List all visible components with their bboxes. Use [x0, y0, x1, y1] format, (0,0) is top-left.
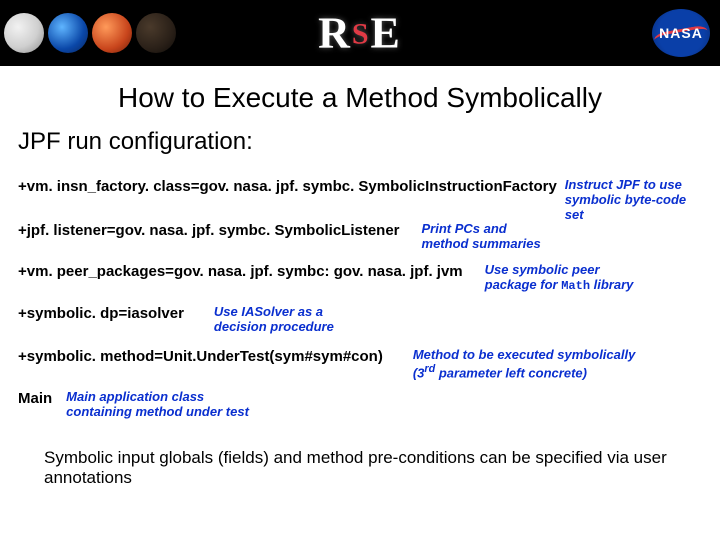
config-line-2: +jpf. listener=gov. nasa. jpf. symbc. Sy…: [18, 222, 702, 252]
config-text: +symbolic. dp=iasolver: [18, 305, 184, 322]
moon-icon: [4, 13, 44, 53]
note-line-1: Use symbolic peer: [485, 262, 600, 277]
note-line-1: Method to be executed symbolically: [413, 347, 636, 362]
config-line-3: +vm. peer_packages=gov. nasa. jpf. symbc…: [18, 263, 702, 294]
config-note: Use IASolver as a decision procedure: [214, 305, 334, 335]
rse-s: S: [352, 18, 371, 51]
rse-logo: RSE: [318, 8, 402, 59]
config-note: Method to be executed symbolically (3rd …: [413, 348, 636, 381]
config-line-6: Main Main application class containing m…: [18, 390, 702, 420]
nasa-text: NASA: [659, 25, 703, 41]
note-line-2a: (3: [413, 365, 425, 380]
note-line-2: decision procedure: [214, 319, 334, 334]
note-line-2b: library: [590, 277, 633, 292]
planet-strip: [4, 13, 180, 53]
note-line-1: Print PCs and: [422, 221, 507, 236]
config-text: +symbolic. method=Unit.UnderTest(sym#sym…: [18, 348, 383, 365]
slide: RSE NASA How to Execute a Method Symboli…: [0, 0, 720, 540]
config-note: Print PCs and method summaries: [422, 222, 541, 252]
config-line-1: +vm. insn_factory. class=gov. nasa. jpf.…: [18, 178, 702, 223]
nasa-logo: NASA: [652, 9, 710, 57]
config-line-4: +symbolic. dp=iasolver Use IASolver as a…: [18, 305, 702, 335]
jupiter-icon: [136, 13, 176, 53]
note-line-2: method summaries: [422, 236, 541, 251]
mars-icon: [92, 13, 132, 53]
slide-subtitle: JPF run configuration:: [18, 128, 253, 156]
main-keyword: Main: [18, 390, 52, 407]
note-sup: rd: [424, 363, 435, 375]
config-note: Use symbolic peer package for Math libra…: [485, 263, 634, 294]
header-bar: RSE NASA: [0, 0, 720, 66]
note-mono: Math: [561, 279, 590, 293]
note-line-2b: parameter left concrete): [435, 365, 587, 380]
note-line-1: Main application class: [66, 389, 204, 404]
slide-footnote: Symbolic input globals (fields) and meth…: [44, 448, 690, 487]
note-line-2: containing method under test: [66, 404, 249, 419]
slide-title: How to Execute a Method Symbolically: [0, 82, 720, 114]
rse-r: R: [318, 9, 352, 58]
config-note: Instruct JPF to use symbolic byte-code s…: [565, 178, 702, 223]
config-text: +jpf. listener=gov. nasa. jpf. symbc. Sy…: [18, 222, 400, 239]
note-line-2: symbolic byte-code set: [565, 192, 686, 222]
note-line-2a: package for: [485, 277, 562, 292]
config-text: +vm. insn_factory. class=gov. nasa. jpf.…: [18, 178, 557, 195]
config-note: Main application class containing method…: [66, 390, 249, 420]
earth-icon: [48, 13, 88, 53]
config-text: +vm. peer_packages=gov. nasa. jpf. symbc…: [18, 263, 463, 280]
note-line-1: Use IASolver as a: [214, 304, 323, 319]
config-line-5: +symbolic. method=Unit.UnderTest(sym#sym…: [18, 348, 702, 381]
rse-e: E: [371, 9, 402, 58]
note-line-1: Instruct JPF to use: [565, 177, 682, 192]
